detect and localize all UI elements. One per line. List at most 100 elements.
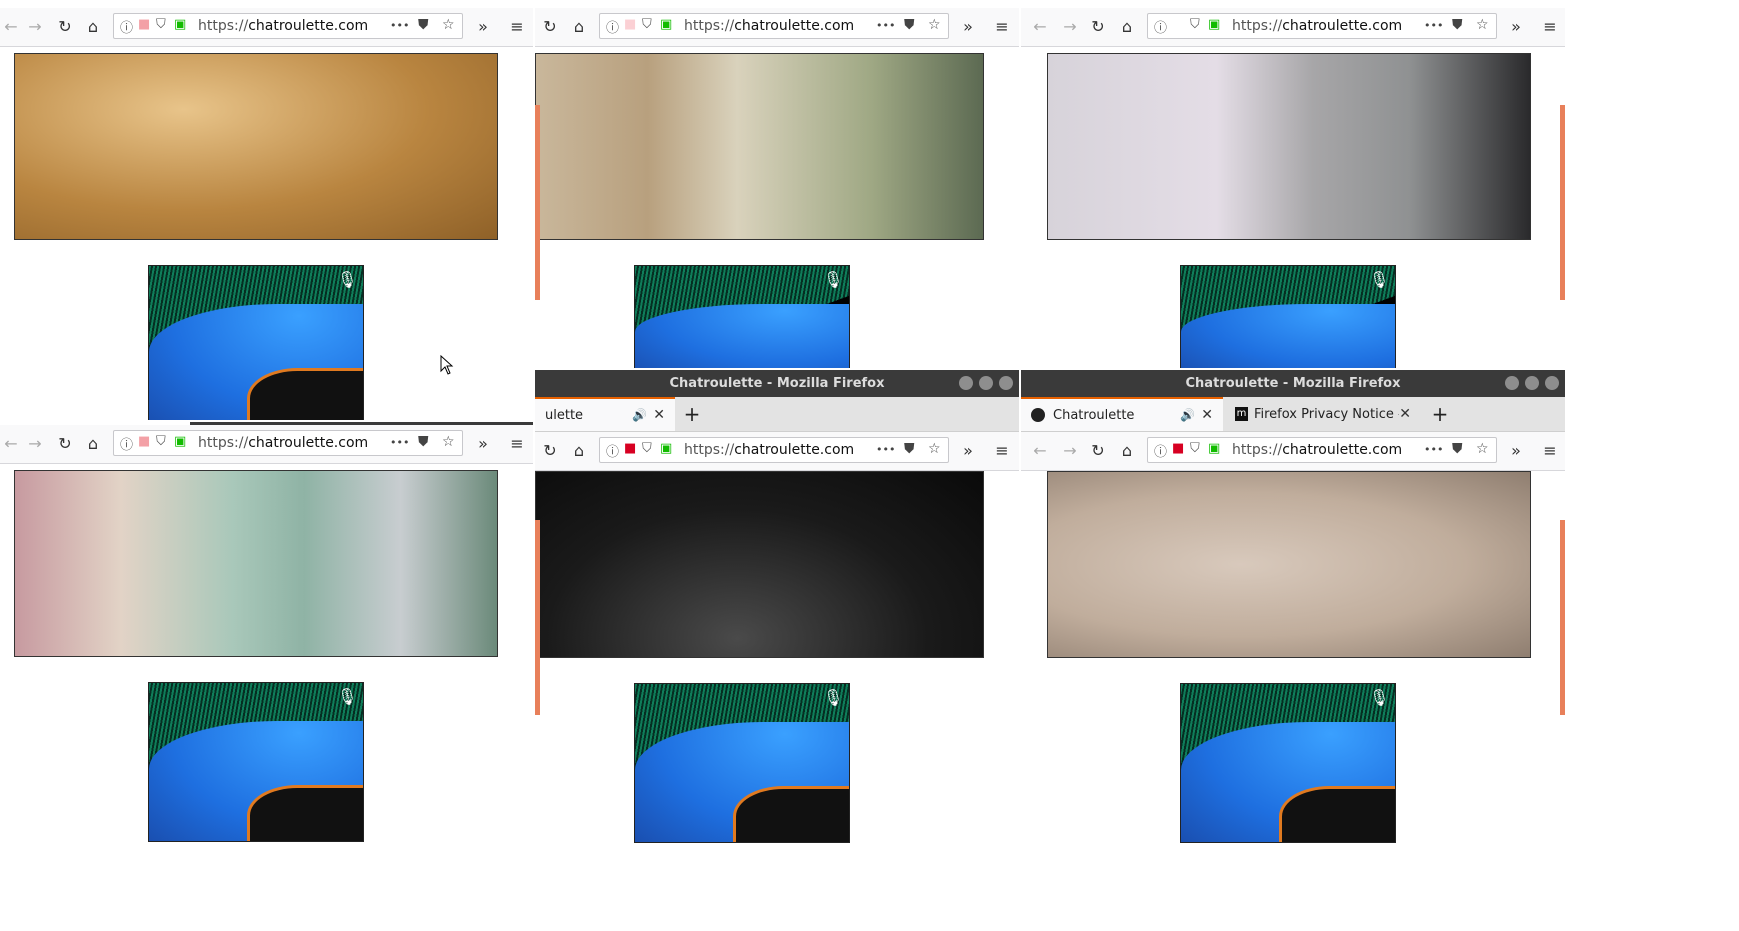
overflow-icon[interactable]: » [1505,440,1527,462]
menu-icon[interactable]: ≡ [991,440,1013,462]
tab-chatroulette[interactable]: Chatroulette 🔊 ✕ [1021,397,1223,431]
pocket-icon[interactable]: ⛊ [904,441,915,457]
camera-icon[interactable]: ■ [138,17,150,32]
overflow-icon[interactable]: » [957,440,979,462]
menu-icon[interactable]: ≡ [1539,16,1561,38]
camera-icon[interactable]: ■ [624,441,636,456]
url-bar[interactable]: ⓘ ■ ⛉ ▣ https://chatroulette.com ••• ⛊ ☆ [113,430,463,456]
pocket-icon[interactable]: ⛊ [1452,17,1463,33]
bookmark-star-icon[interactable]: ☆ [1476,17,1489,33]
pocket-icon[interactable]: ⛊ [1452,441,1463,457]
home-icon[interactable]: ⌂ [82,16,104,38]
new-tab-button[interactable]: + [677,397,707,431]
shield-icon[interactable]: ⛉ [1190,17,1200,32]
microphone-icon[interactable]: 🎙 [337,270,357,294]
maximize-button[interactable] [979,376,993,390]
close-window-button[interactable] [1545,376,1559,390]
overflow-icon[interactable]: » [472,16,494,38]
pocket-icon[interactable]: ⛊ [418,17,429,33]
microphone-icon[interactable]: 🎙 [1369,270,1389,294]
menu-icon[interactable]: ≡ [506,433,528,455]
page-actions-icon[interactable]: ••• [390,19,409,32]
forward-icon[interactable]: → [24,16,46,38]
tab-privacy-notice[interactable]: m Firefox Privacy Notice — ✕ [1225,397,1421,431]
close-tab-icon[interactable]: ✕ [653,407,665,423]
minimize-button[interactable] [1505,376,1519,390]
bookmark-star-icon[interactable]: ☆ [928,441,941,457]
url-bar[interactable]: ⓘ ■ ⛉ ▣ https://chatroulette.com ••• ⛊ ☆ [599,13,949,39]
info-icon[interactable]: ⓘ [606,441,619,460]
home-icon[interactable]: ⌂ [568,440,590,462]
minimize-button[interactable] [959,376,973,390]
shield-icon[interactable]: ⛉ [1190,441,1200,456]
reload-icon[interactable]: ↻ [539,440,561,462]
home-icon[interactable]: ⌂ [568,16,590,38]
reload-icon[interactable]: ↻ [1087,16,1109,38]
back-icon[interactable]: ← [0,433,22,455]
shield-icon[interactable]: ⛉ [156,17,166,32]
close-tab-icon[interactable]: ✕ [1399,406,1411,422]
tab-chatroulette[interactable]: ulette 🔊 ✕ [535,397,675,431]
scrollbar-thumb[interactable] [535,105,540,300]
pocket-icon[interactable]: ⛊ [418,434,429,450]
menu-icon[interactable]: ≡ [506,16,528,38]
home-icon[interactable]: ⌂ [82,433,104,455]
page-actions-icon[interactable]: ••• [1424,443,1443,456]
reload-icon[interactable]: ↻ [539,16,561,38]
close-window-button[interactable] [999,376,1013,390]
overflow-icon[interactable]: » [472,433,494,455]
reload-icon[interactable]: ↻ [54,433,76,455]
maximize-button[interactable] [1525,376,1539,390]
url-bar[interactable]: ⓘ ■ ⛉ ▣ https://chatroulette.com ••• ⛊ ☆ [599,437,949,463]
forward-icon[interactable]: → [1059,440,1081,462]
bookmark-star-icon[interactable]: ☆ [442,434,455,450]
bookmark-star-icon[interactable]: ☆ [1476,441,1489,457]
url-text[interactable]: https://chatroulette.com [1232,18,1402,34]
url-text[interactable]: https://chatroulette.com [684,18,854,34]
back-icon[interactable]: ← [0,16,22,38]
reload-icon[interactable]: ↻ [54,16,76,38]
forward-icon[interactable]: → [24,433,46,455]
microphone-icon[interactable]: 🎙 [337,687,357,711]
microphone-icon[interactable]: 🎙 [1369,688,1389,712]
shield-icon[interactable]: ⛉ [156,434,166,449]
shield-icon[interactable]: ⛉ [642,17,652,32]
url-text[interactable]: https://chatroulette.com [1232,442,1402,458]
menu-icon[interactable]: ≡ [991,16,1013,38]
close-tab-icon[interactable]: ✕ [1201,407,1213,423]
info-icon[interactable]: ⓘ [1154,441,1167,460]
home-icon[interactable]: ⌂ [1116,16,1138,38]
page-actions-icon[interactable]: ••• [390,436,409,449]
home-icon[interactable]: ⌂ [1116,440,1138,462]
camera-icon[interactable]: ■ [1172,441,1184,456]
camera-icon[interactable]: ■ [624,17,636,32]
page-actions-icon[interactable]: ••• [876,19,895,32]
page-actions-icon[interactable]: ••• [876,443,895,456]
info-icon[interactable]: ⓘ [120,434,133,453]
microphone-icon[interactable]: 🎙 [823,270,843,294]
info-icon[interactable]: ⓘ [606,17,619,36]
url-bar[interactable]: ⓘ ■ ⛉ ▣ https://chatroulette.com ••• ⛊ ☆ [1147,437,1497,463]
bookmark-star-icon[interactable]: ☆ [442,17,455,33]
overflow-icon[interactable]: » [1505,16,1527,38]
url-text[interactable]: https://chatroulette.com [684,442,854,458]
scrollbar-thumb[interactable] [535,520,540,715]
url-bar[interactable]: ⓘ ⛉ ▣ https://chatroulette.com ••• ⛊ ☆ [1147,13,1497,39]
url-text[interactable]: https://chatroulette.com [198,18,368,34]
bookmark-star-icon[interactable]: ☆ [928,17,941,33]
info-icon[interactable]: ⓘ [1154,17,1167,36]
url-text[interactable]: https://chatroulette.com [198,435,368,451]
shield-icon[interactable]: ⛉ [642,441,652,456]
camera-icon[interactable]: ■ [138,434,150,449]
pocket-icon[interactable]: ⛊ [904,17,915,33]
back-icon[interactable]: ← [1029,16,1051,38]
info-icon[interactable]: ⓘ [120,17,133,36]
new-tab-button[interactable]: + [1425,397,1455,431]
forward-icon[interactable]: → [1059,16,1081,38]
speaker-icon[interactable]: 🔊 [632,408,647,422]
speaker-icon[interactable]: 🔊 [1180,408,1195,422]
page-actions-icon[interactable]: ••• [1424,19,1443,32]
reload-icon[interactable]: ↻ [1087,440,1109,462]
microphone-icon[interactable]: 🎙 [823,688,843,712]
overflow-icon[interactable]: » [957,16,979,38]
